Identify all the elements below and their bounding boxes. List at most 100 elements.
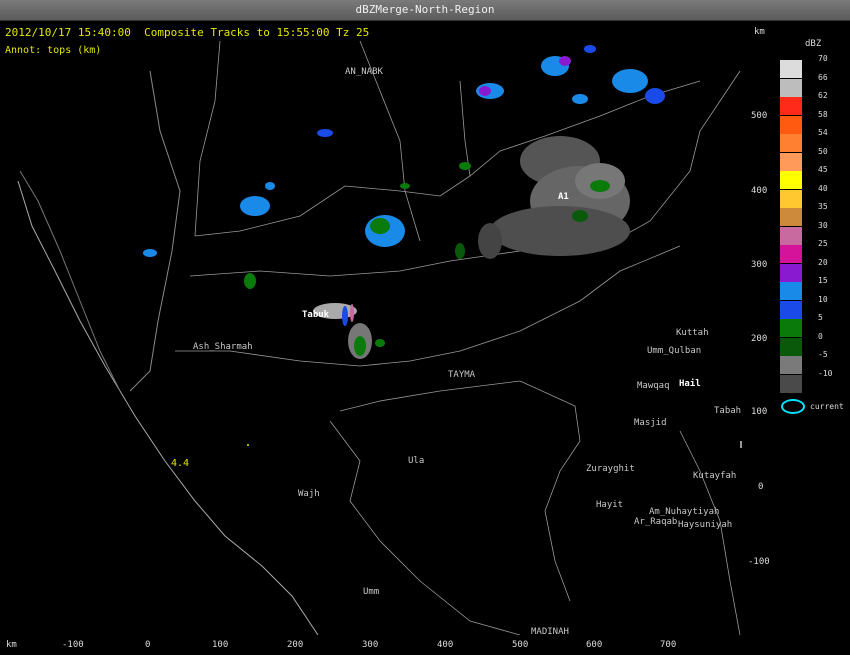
border-4 <box>339 380 581 602</box>
place-an-nabk: AN_NABK <box>345 67 383 77</box>
legend-row: 0 <box>780 332 850 356</box>
legend-swatch <box>780 134 802 152</box>
place-wajh: Wajh <box>298 489 320 499</box>
legend-swatch <box>780 60 802 78</box>
legend-row: 5 <box>780 313 850 337</box>
x-tick-500: 500 <box>512 640 529 650</box>
legend-label: 30 <box>818 220 828 230</box>
legend-row: 50 <box>780 147 850 171</box>
legend-label: 5 <box>818 313 823 322</box>
legend-swatch <box>780 245 802 263</box>
window-title: dBZMerge-North-Region <box>355 3 495 16</box>
legend-row: -5 <box>780 350 850 374</box>
legend-label: -10 <box>818 368 833 378</box>
place-kutayfah: Kutayfah <box>693 471 737 481</box>
legend-swatch <box>780 226 802 245</box>
legend-label: 66 <box>818 72 828 82</box>
sinai-coast <box>129 70 181 392</box>
legend-row: 66 <box>780 73 850 97</box>
header-timestamp: 2012/10/17 15:40:00 <box>5 26 131 39</box>
tops-value: 4.4 <box>171 458 190 469</box>
place-umm: Umm <box>363 587 380 597</box>
legend-label: 45 <box>818 165 828 174</box>
legend-row: -10 <box>780 369 850 393</box>
radar-map[interactable] <box>0 21 773 635</box>
legend-swatch <box>780 374 802 393</box>
legend-row: 70 <box>780 54 850 78</box>
x-tick-0: 0 <box>145 640 151 650</box>
legend-swatch <box>780 337 802 356</box>
place-mawqaq: Mawqaq <box>637 381 670 391</box>
legend-swatch <box>780 171 802 189</box>
border-5 <box>329 420 521 635</box>
legend-swatch <box>780 97 802 115</box>
legend-label: 15 <box>818 276 828 285</box>
place-a1: A1 <box>558 192 569 202</box>
legend-swatch <box>780 282 802 300</box>
map-canvas[interactable] <box>0 21 773 635</box>
radar-echo-north <box>476 45 665 104</box>
legend-row: 10 <box>780 295 850 319</box>
header-line: 2012/10/17 15:40:00 Composite Tracks to … <box>5 26 369 39</box>
x-tick-700: 700 <box>660 640 677 650</box>
legend-row: 54 <box>780 128 850 152</box>
legend-title: dBZ <box>805 39 822 49</box>
x-axis-unit: km <box>6 640 17 650</box>
x-tick-600: 600 <box>586 640 603 650</box>
place-umm-qulban: Umm_Qulban <box>647 346 702 356</box>
place-masjid: Masjid <box>634 418 667 428</box>
header-tracks: Composite Tracks to 15:55:00 Tz 25 <box>144 26 370 39</box>
place-zurayghit: Zurayghit <box>586 464 635 474</box>
legend-row: 20 <box>780 258 850 282</box>
gulf-coast <box>19 170 121 392</box>
y-tick-neg100: -100 <box>748 557 770 567</box>
border-7 <box>194 40 221 237</box>
x-tick-400: 400 <box>437 640 454 650</box>
legend-label: 40 <box>818 183 828 193</box>
legend-row: 45 <box>780 165 850 189</box>
current-label: current <box>810 402 844 411</box>
edge-mark <box>740 441 742 448</box>
place-ula: Ula <box>408 456 425 466</box>
legend-label: 54 <box>818 128 828 137</box>
legend-swatch <box>780 263 802 282</box>
y-tick-500: 500 <box>751 111 768 121</box>
legend-row: 58 <box>780 110 850 134</box>
legend-label: 10 <box>818 294 828 304</box>
legend-swatch <box>780 152 802 171</box>
y-tick-0: 0 <box>758 482 764 492</box>
legend-label: 35 <box>818 202 828 211</box>
y-tick-200: 200 <box>751 334 768 344</box>
legend-label: 70 <box>818 54 828 63</box>
legend-row: 15 <box>780 276 850 300</box>
legend-swatch <box>780 356 802 374</box>
legend-swatch <box>780 115 802 134</box>
legend-label: -5 <box>818 350 828 359</box>
place-kuttah: Kuttah <box>676 328 709 338</box>
legend-label: 20 <box>818 257 828 267</box>
place-hayit: Hayit <box>596 500 624 510</box>
legend-row: 30 <box>780 221 850 245</box>
x-tick-300: 300 <box>362 640 379 650</box>
legend-label: 58 <box>818 109 828 119</box>
window-title-bar: dBZMerge-North-Region <box>0 0 850 21</box>
place-ar-raqab: Ar_Raqab <box>634 517 678 527</box>
place-hail: Hail <box>679 379 701 389</box>
place-haysuniyah: Haysuniyah <box>678 520 733 530</box>
legend-row: 62 <box>780 91 850 115</box>
legend-row: 25 <box>780 239 850 263</box>
x-tick-neg100: -100 <box>62 640 84 650</box>
border-9 <box>689 70 741 172</box>
annot-label: Annot: tops (km) <box>5 45 102 56</box>
y-tick-400: 400 <box>751 186 768 196</box>
legend-swatch <box>780 208 802 226</box>
x-tick-100: 100 <box>212 640 229 650</box>
tops-dot <box>247 444 249 446</box>
legend-row: 40 <box>780 184 850 208</box>
y-axis-unit: km <box>754 27 765 37</box>
border-10 <box>679 430 741 635</box>
place-madinah: MADINAH <box>531 627 569 637</box>
x-tick-200: 200 <box>287 640 304 650</box>
legend-swatch <box>780 319 802 337</box>
legend-label: 50 <box>818 146 828 156</box>
